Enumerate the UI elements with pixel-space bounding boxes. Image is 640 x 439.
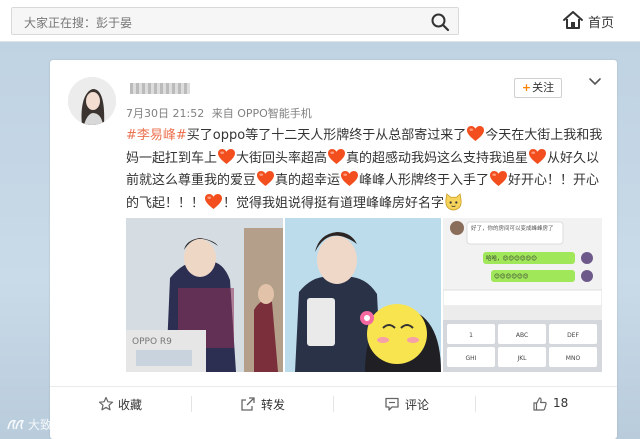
top-bar: 大家正在搜：彭于晏 首页 — [0, 0, 640, 42]
weibo-post-card: 7月30日 21:52 来自 OPPO智能手机 +关注 #李易峰#买了oppo等… — [50, 60, 617, 439]
follow-button[interactable]: +关注 — [514, 78, 562, 98]
home-icon — [563, 11, 583, 29]
key-1: 1 — [469, 332, 473, 339]
heart-emoji-icon — [467, 125, 485, 142]
post-text-segment: 峰峰人形牌终于入手了 — [359, 173, 490, 188]
avatar[interactable] — [68, 77, 116, 125]
heart-emoji-icon — [205, 193, 223, 209]
search-icon[interactable] — [430, 12, 450, 32]
heart-emoji-icon — [341, 170, 359, 187]
post-text-segment: 买了oppo等了十二天人形牌终于从总部寄过来了 — [186, 128, 467, 143]
search-text[interactable]: 大家正在搜：彭于晏 — [24, 14, 132, 31]
chat-message-2: 哈哈，😊😊😊😊😊😊 — [486, 254, 537, 262]
photo-selfie-with-standee[interactable] — [285, 218, 441, 372]
heart-emoji-icon — [529, 148, 547, 164]
thumbs-up-icon — [533, 397, 547, 411]
post-text-segment: 大街回头率超高 — [236, 150, 328, 166]
cat-emoji-icon — [445, 192, 462, 210]
post-text-segment: 真的超幸运 — [275, 173, 341, 188]
hashtag-link[interactable]: #李易峰# — [126, 128, 187, 143]
home-link[interactable]: 首页 — [562, 9, 632, 33]
key-abc: ABC — [516, 332, 528, 339]
watermark-logo-icon — [7, 419, 25, 430]
post-text: #李易峰#买了oppo等了十二天人形牌终于从总部寄过来了 今天在大街上我和我妈一起… — [126, 125, 604, 215]
chevron-down-icon[interactable] — [588, 75, 602, 89]
chat-message-3: 😊😊😊😊😊😊 — [494, 273, 529, 280]
photo-grid: OPPO R9 好了，你的房间可以变成峰峰房了 哈哈，😊😊😊😊😊😊 😊😊😊😊😊😊… — [126, 218, 602, 372]
comment-icon — [385, 397, 399, 411]
key-ghi: GHI — [466, 355, 477, 362]
heart-emoji-icon — [328, 148, 346, 164]
heart-emoji-icon — [257, 170, 275, 187]
comment-label: 评论 — [405, 398, 430, 412]
post-meta: 7月30日 21:52 来自 OPPO智能手机 — [126, 105, 316, 121]
search-box[interactable]: 大家正在搜：彭于晏 — [11, 7, 459, 35]
favorite-label: 收藏 — [118, 398, 143, 412]
post-source: 来自 OPPO智能手机 — [211, 107, 312, 120]
key-jkl: JKL — [516, 355, 527, 362]
watermark-text: 大致蓝调 — [28, 418, 77, 432]
post-text-segment: ！觉得我姐说得挺有道理峰峰房好名字 — [223, 195, 445, 211]
username-redacted[interactable] — [130, 83, 190, 94]
repost-label: 转发 — [261, 398, 286, 412]
heart-emoji-icon — [490, 170, 508, 187]
star-icon — [98, 396, 114, 411]
post-time[interactable]: 7月30日 21:52 — [126, 107, 204, 120]
home-label: 首页 — [588, 16, 615, 31]
repost-icon — [241, 397, 255, 411]
key-def: DEF — [567, 332, 579, 339]
key-mno: MNO — [566, 355, 581, 362]
comment-button[interactable]: 评论 — [334, 387, 475, 421]
photo-chat-screenshot[interactable]: 好了，你的房间可以变成峰峰房了 哈哈，😊😊😊😊😊😊 😊😊😊😊😊😊 1 ABC D… — [443, 218, 602, 372]
heart-emoji-icon — [218, 148, 236, 164]
photo1-label: OPPO R9 — [132, 337, 172, 347]
follow-label: 关注 — [532, 81, 555, 94]
repost-button[interactable]: 转发 — [192, 387, 333, 421]
photo-standee-street[interactable]: OPPO R9 — [126, 218, 283, 372]
like-button[interactable]: 18 — [476, 387, 617, 421]
watermark: 大致蓝调 — [6, 416, 76, 433]
like-count: 18 — [553, 396, 569, 410]
chat-message-1: 好了，你的房间可以变成峰峰房了 — [471, 224, 554, 232]
action-bar: 收藏 转发 评论 18 — [50, 386, 617, 420]
post-text-segment: 真的超感动我妈这么支持我追星 — [346, 150, 529, 166]
